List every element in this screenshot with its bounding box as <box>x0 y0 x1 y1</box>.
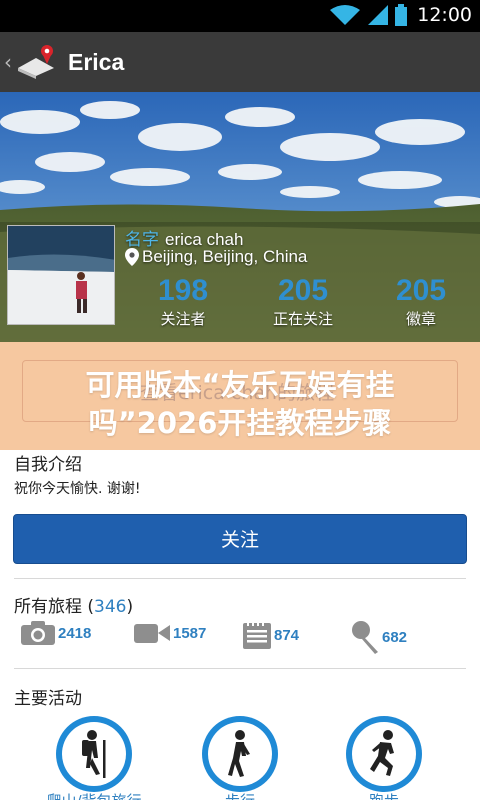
stat-value: 205 <box>277 274 329 307</box>
stat-label: 徽章 <box>405 310 436 328</box>
stat-label: 关注者 <box>160 310 206 328</box>
divider <box>14 668 466 669</box>
trip-stat-notes[interactable]: 874 <box>242 620 299 650</box>
trips-title-label: 所有旅程 ( <box>14 597 95 617</box>
stat-followers[interactable]: 198 关注者 <box>128 272 238 328</box>
stat-label: 正在关注 <box>272 310 333 328</box>
running-icon <box>370 730 394 776</box>
stat-badges[interactable]: 205 徽章 <box>366 272 476 328</box>
hiking-icon <box>82 730 106 778</box>
walking-icon <box>228 730 250 777</box>
camera-icon <box>21 621 55 645</box>
trip-stat-photos[interactable]: 2418 <box>20 620 91 646</box>
video-icon <box>134 624 170 643</box>
activity-label: 爬山/背包旅行 <box>14 790 174 800</box>
trip-stats: 2418 1587 874 682 <box>0 620 480 656</box>
profile-screen: 12:00 ‹ Erica 名字 erica chah Beijing, Bei… <box>0 0 480 800</box>
banner-headline: 可用版本“友乐互娱有挂 吗”2026开挂教程步骤 <box>0 366 480 442</box>
about-text: 祝你今天愉快. 谢谢! <box>14 481 141 497</box>
back-chevron-icon[interactable]: ‹ <box>4 50 12 74</box>
trips-title: 所有旅程 (346) <box>14 592 133 617</box>
activity-label: 步行 <box>160 790 320 800</box>
signal-icon <box>368 5 389 25</box>
clock: 12:00 <box>417 4 472 26</box>
follow-button[interactable]: 关注 <box>13 514 467 564</box>
battery-icon <box>395 4 408 26</box>
trips-title-end: ) <box>126 597 134 617</box>
activity-label: 跑步 <box>304 790 464 800</box>
trip-stat-videos[interactable]: 1587 <box>133 620 206 646</box>
status-bar: 12:00 <box>0 0 480 32</box>
wifi-icon <box>330 5 361 25</box>
profile-location: Beijing, Beijing, China <box>142 247 308 266</box>
action-bar[interactable]: ‹ Erica <box>0 32 480 92</box>
trip-stat-value: 2418 <box>58 624 92 642</box>
banner-headline-line1: 可用版本“友乐互娱有挂 <box>85 368 395 402</box>
trips-count[interactable]: 346 <box>94 597 126 617</box>
trip-stat-value: 874 <box>274 626 300 644</box>
about-title: 自我介绍 <box>14 455 82 475</box>
stat-following[interactable]: 205 正在关注 <box>248 272 358 328</box>
stat-value: 205 <box>395 274 447 307</box>
notes-icon <box>243 621 271 649</box>
stat-value: 198 <box>157 274 209 307</box>
microphone-icon <box>352 621 378 654</box>
avatar[interactable] <box>7 225 115 325</box>
page-title: Erica <box>68 48 125 75</box>
app-logo-icon[interactable] <box>14 42 60 82</box>
activity-hiking[interactable] <box>56 716 132 792</box>
banner-headline-line2: 吗”2026开挂教程步骤 <box>88 406 392 440</box>
activities-title: 主要活动 <box>14 689 82 709</box>
location-pin-icon <box>125 248 139 266</box>
promo-banner[interactable]: 查看erica chah的旅程 可用版本“友乐互娱有挂 吗”2026开挂教程步骤 <box>0 342 480 450</box>
trip-stat-value: 682 <box>382 628 408 646</box>
activity-running[interactable] <box>346 716 422 792</box>
trip-stat-audio[interactable]: 682 <box>350 620 407 654</box>
activity-walking[interactable] <box>202 716 278 792</box>
divider <box>14 578 466 579</box>
trip-stat-value: 1587 <box>173 624 207 642</box>
profile-location-row: Beijing, Beijing, China <box>125 247 307 267</box>
